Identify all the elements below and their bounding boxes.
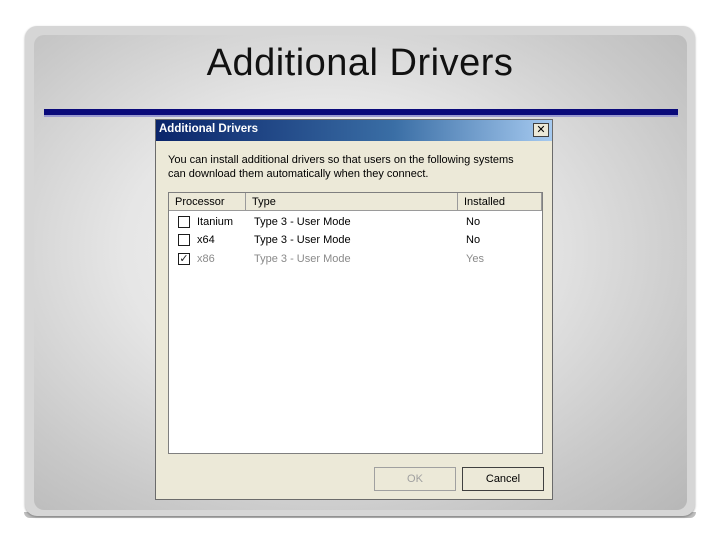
type-cell: Type 3 - User Mode bbox=[254, 234, 351, 246]
column-header-type[interactable]: Type bbox=[246, 193, 458, 211]
list-item: ✓ x86 Type 3 - User Mode Yes bbox=[169, 250, 542, 268]
slide-title: Additional Drivers bbox=[206, 42, 514, 84]
drivers-list[interactable]: Processor Type Installed Itanium Type 3 … bbox=[168, 192, 543, 454]
checkbox-itanium[interactable] bbox=[178, 216, 190, 228]
additional-drivers-dialog: Additional Drivers ✕ You can install add… bbox=[155, 119, 553, 500]
installed-cell: No bbox=[466, 216, 481, 228]
column-header-installed[interactable]: Installed bbox=[458, 193, 542, 211]
installed-cell: Yes bbox=[466, 253, 484, 265]
type-cell: Type 3 - User Mode bbox=[254, 216, 351, 228]
installed-cell: No bbox=[466, 234, 481, 246]
description-line-1: You can install additional drivers so th… bbox=[168, 154, 514, 166]
dialog-titlebar[interactable]: Additional Drivers ✕ bbox=[156, 120, 552, 141]
title-rule-highlight bbox=[44, 115, 678, 117]
processor-cell: x86 bbox=[197, 253, 215, 265]
checkbox-x64[interactable] bbox=[178, 234, 190, 246]
list-item[interactable]: Itanium Type 3 - User Mode No bbox=[169, 213, 542, 231]
dialog-description: You can install additional drivers so th… bbox=[168, 153, 548, 181]
processor-cell: x64 bbox=[197, 234, 215, 246]
close-button[interactable]: ✕ bbox=[533, 123, 549, 137]
checkbox-x86: ✓ bbox=[178, 253, 190, 265]
check-icon: ✓ bbox=[179, 253, 189, 265]
processor-cell: Itanium bbox=[197, 216, 234, 228]
description-line-2: can download them automatically when the… bbox=[168, 168, 429, 180]
close-icon: ✕ bbox=[536, 123, 546, 136]
list-item[interactable]: x64 Type 3 - User Mode No bbox=[169, 231, 542, 249]
cancel-button[interactable]: Cancel bbox=[462, 467, 544, 491]
type-cell: Type 3 - User Mode bbox=[254, 253, 351, 265]
column-header-processor[interactable]: Processor bbox=[169, 193, 246, 211]
ok-button[interactable]: OK bbox=[374, 467, 456, 491]
dialog-title: Additional Drivers bbox=[159, 123, 259, 135]
